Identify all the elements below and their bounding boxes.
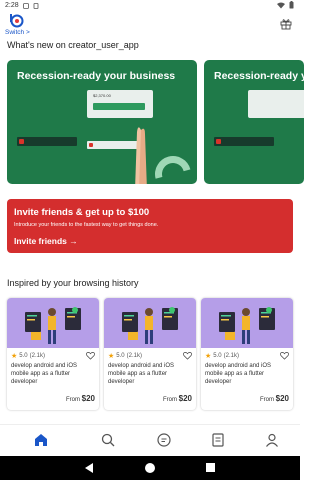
messages-icon[interactable]: [156, 432, 172, 448]
banner-payment-card-2: [248, 90, 304, 118]
home-circle-icon[interactable]: [144, 462, 156, 474]
banner-pay-bar: [93, 103, 145, 110]
gig-price: From $20: [66, 394, 95, 403]
recents-icon[interactable]: [205, 462, 216, 473]
banner-row-b: [214, 137, 274, 146]
banner-row: [17, 137, 77, 146]
star-icon: ★: [205, 353, 212, 360]
gig-title[interactable]: develop android and iOS mobile app as a …: [108, 362, 192, 386]
invite-title: Invite friends & get up to $100: [14, 207, 150, 218]
gig-rating: ★ 5.0 (2.1k): [205, 352, 239, 360]
star-icon: ★: [11, 353, 18, 360]
banner-title: Recession-ready your business: [17, 70, 176, 82]
banner-payment-card: $2,370.00: [87, 90, 153, 118]
invite-subtitle: Introduce your friends to the fastest wa…: [14, 222, 159, 228]
orders-icon[interactable]: [210, 432, 226, 448]
bottom-nav: [0, 424, 300, 456]
profile-icon[interactable]: [264, 432, 280, 448]
price-value: $20: [81, 394, 95, 403]
screens-illustration: [122, 307, 178, 340]
notification-icon: [22, 2, 29, 9]
invite-card[interactable]: Invite friends & get up to $100 Introduc…: [7, 199, 293, 253]
gig-title[interactable]: develop android and iOS mobile app as a …: [11, 362, 95, 386]
gig-title[interactable]: develop android and iOS mobile app as a …: [205, 362, 289, 386]
gig-card[interactable]: ★ 5.0 (2.1k) develop android and iOS mob…: [201, 298, 293, 410]
status-bar: 2:28: [0, 0, 300, 12]
wifi-icon: [277, 2, 285, 8]
switch-logo-icon[interactable]: [6, 12, 26, 28]
banner-card[interactable]: Recession-ready your business $2,370.00: [7, 60, 197, 184]
price-value: $20: [178, 394, 192, 403]
switch-link[interactable]: Switch >: [5, 29, 30, 36]
gig-image: [7, 298, 99, 348]
rating-value: 5.0: [19, 353, 28, 359]
heart-icon[interactable]: [280, 351, 289, 360]
top-bar: Switch >: [0, 12, 300, 36]
heart-icon[interactable]: [86, 351, 95, 360]
home-icon[interactable]: [33, 432, 49, 448]
search-icon[interactable]: [100, 432, 116, 448]
star-icon: ★: [108, 353, 115, 360]
back-icon[interactable]: [84, 462, 94, 474]
from-label: From: [162, 397, 177, 403]
whats-new-title: What's new on creator_user_app: [7, 40, 139, 50]
gig-image: [201, 298, 293, 348]
system-nav-bar: [0, 456, 300, 480]
gig-card[interactable]: ★ 5.0 (2.1k) develop android and iOS mob…: [7, 298, 99, 410]
screens-illustration: [219, 307, 275, 340]
heart-icon[interactable]: [183, 351, 192, 360]
review-count: (2.1k): [126, 353, 142, 359]
battery-icon: [289, 1, 294, 9]
gig-price: From $20: [163, 394, 192, 403]
b-icon: [33, 2, 39, 9]
review-count: (2.1k): [29, 353, 45, 359]
status-time: 2:28: [5, 2, 19, 9]
banner-amount: $2,370.00: [93, 93, 111, 98]
gig-price: From $20: [260, 394, 289, 403]
gig-rating: ★ 5.0 (2.1k): [11, 352, 45, 360]
review-count: (2.1k): [223, 353, 239, 359]
price-value: $20: [275, 394, 289, 403]
rating-value: 5.0: [213, 353, 222, 359]
from-label: From: [259, 397, 274, 403]
invite-button[interactable]: Invite friends →: [14, 236, 78, 246]
history-title: Inspired by your browsing history: [7, 278, 139, 288]
from-label: From: [65, 397, 80, 403]
gig-rating: ★ 5.0 (2.1k): [108, 352, 142, 360]
rating-value: 5.0: [116, 353, 125, 359]
banner-card-2[interactable]: Recession-ready your business: [204, 60, 304, 184]
gift-icon[interactable]: [280, 18, 292, 30]
banner-title-2: Recession-ready your business: [214, 70, 304, 82]
gig-card[interactable]: ★ 5.0 (2.1k) develop android and iOS mob…: [104, 298, 196, 410]
screens-illustration: [25, 307, 81, 340]
gig-image: [104, 298, 196, 348]
